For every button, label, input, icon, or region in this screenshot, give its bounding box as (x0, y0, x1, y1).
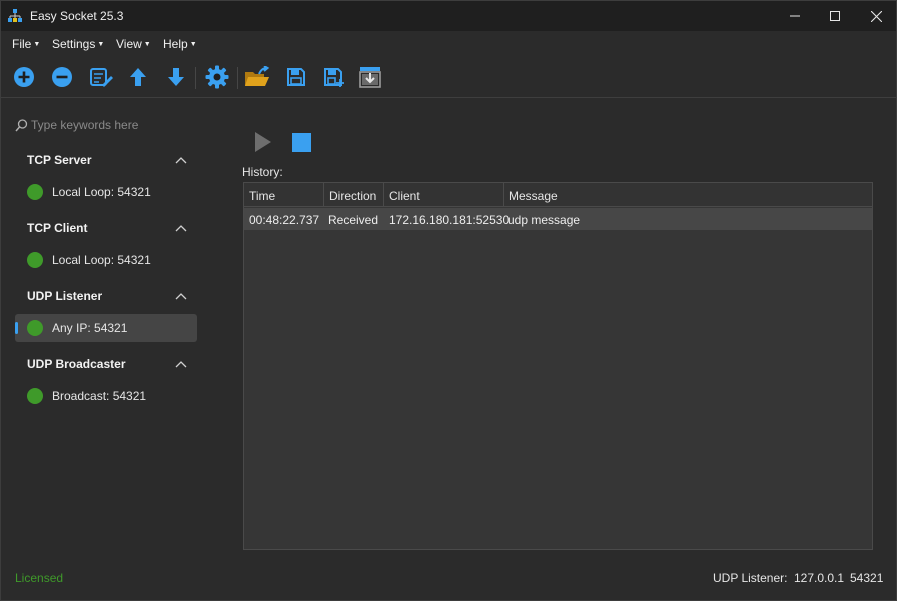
license-status: Licensed (15, 571, 64, 585)
play-icon (255, 132, 271, 152)
chevron-up-icon[interactable] (174, 223, 188, 233)
status-connection-type: UDP Listener: (713, 571, 788, 585)
remove-connection-button[interactable] (48, 63, 76, 91)
menu-settings[interactable]: Settings ▼ (52, 37, 104, 51)
connection-item-udp-listener[interactable]: Any IP: 54321 (15, 314, 197, 342)
dropdown-caret-icon: ▼ (143, 41, 151, 48)
dropdown-caret-icon: ▼ (189, 41, 197, 48)
maximize-button[interactable] (812, 1, 858, 31)
dropdown-caret-icon: ▼ (33, 41, 41, 48)
menu-help[interactable]: Help ▼ (163, 37, 197, 51)
table-row[interactable]: 00:48:22.737 Received 172.16.180.181:525… (244, 208, 872, 230)
cell-direction: Received (328, 213, 379, 227)
column-header-time[interactable]: Time (244, 183, 324, 207)
search-input[interactable]: Type keywords here (15, 117, 205, 135)
group-header-tcp-client[interactable]: TCP Client (27, 221, 87, 235)
move-up-button[interactable] (124, 63, 152, 91)
settings-icon (205, 65, 229, 89)
status-address: 127.0.0.1 (794, 571, 845, 585)
selection-indicator (15, 322, 18, 334)
column-header-client[interactable]: Client (384, 183, 504, 207)
column-header-message[interactable]: Message (504, 183, 872, 207)
settings-button[interactable] (203, 63, 231, 91)
window-title: Easy Socket 25.3 (30, 9, 124, 23)
toolbar-divider (1, 97, 896, 98)
close-icon (870, 10, 882, 22)
stop-button[interactable] (292, 133, 311, 152)
menu-file-label: File (12, 37, 32, 51)
stop-icon (292, 133, 311, 152)
edit-icon (90, 68, 113, 87)
chevron-up-icon[interactable] (174, 155, 188, 165)
column-header-direction[interactable]: Direction (324, 183, 384, 207)
maximize-icon (830, 11, 840, 21)
history-table[interactable]: Time Direction Client Message 00:48:22.7… (243, 182, 873, 550)
edit-connection-button[interactable] (87, 63, 115, 91)
move-up-icon (130, 68, 146, 86)
group-header-udp-listener[interactable]: UDP Listener (27, 289, 102, 303)
play-button[interactable] (253, 131, 273, 153)
search-placeholder: Type keywords here (31, 118, 139, 132)
minimize-icon (790, 15, 800, 17)
move-down-icon (168, 68, 184, 86)
toolbar (1, 61, 896, 95)
add-connection-button[interactable] (10, 63, 38, 91)
add-icon (14, 67, 34, 87)
menu-file[interactable]: File ▼ (12, 37, 40, 51)
toolbar-separator (195, 67, 196, 89)
chevron-up-icon[interactable] (174, 359, 188, 369)
connection-label: Local Loop: 54321 (52, 185, 151, 199)
title-bar: Easy Socket 25.3 (1, 1, 896, 31)
menu-settings-label: Settings (52, 37, 96, 51)
save-as-button[interactable] (320, 63, 348, 91)
save-icon (287, 68, 305, 86)
menu-view-label: View (116, 37, 142, 51)
connection-label: Any IP: 54321 (52, 321, 128, 335)
toolbar-separator (237, 67, 238, 89)
status-connected-icon (27, 184, 43, 200)
status-connected-icon (27, 320, 43, 336)
app-window: Easy Socket 25.3 File ▼ Settings ▼ View ▼ H… (0, 0, 897, 601)
export-icon (359, 67, 381, 88)
group-header-tcp-server[interactable]: TCP Server (27, 153, 91, 167)
network-app-icon (8, 9, 22, 22)
save-as-icon (324, 68, 344, 87)
connection-item-tcp-client[interactable]: Local Loop: 54321 (15, 246, 197, 274)
status-port: 54321 (850, 571, 884, 585)
chevron-up-icon[interactable] (174, 291, 188, 301)
save-button[interactable] (282, 63, 310, 91)
menu-help-label: Help (163, 37, 188, 51)
connection-item-tcp-server[interactable]: Local Loop: 54321 (15, 178, 197, 206)
cell-client: 172.16.180.181:52530 (389, 213, 510, 227)
cell-time: 00:48:22.737 (249, 213, 320, 227)
open-folder-icon (245, 66, 270, 86)
cell-message: udp message (508, 213, 581, 227)
menu-view[interactable]: View ▼ (116, 37, 151, 51)
status-connected-icon (27, 252, 43, 268)
open-file-button[interactable] (243, 63, 271, 91)
history-label: History: (242, 165, 283, 179)
group-header-udp-broadcaster[interactable]: UDP Broadcaster (27, 357, 125, 371)
close-button[interactable] (853, 1, 896, 31)
connection-label: Local Loop: 54321 (52, 253, 151, 267)
dropdown-caret-icon: ▼ (97, 41, 105, 48)
status-connected-icon (27, 388, 43, 404)
connection-label: Broadcast: 54321 (52, 389, 147, 403)
remove-icon (52, 67, 72, 87)
move-down-button[interactable] (162, 63, 190, 91)
search-icon (15, 119, 28, 132)
export-button[interactable] (356, 63, 384, 91)
connection-item-udp-broadcaster[interactable]: Broadcast: 54321 (15, 382, 197, 410)
